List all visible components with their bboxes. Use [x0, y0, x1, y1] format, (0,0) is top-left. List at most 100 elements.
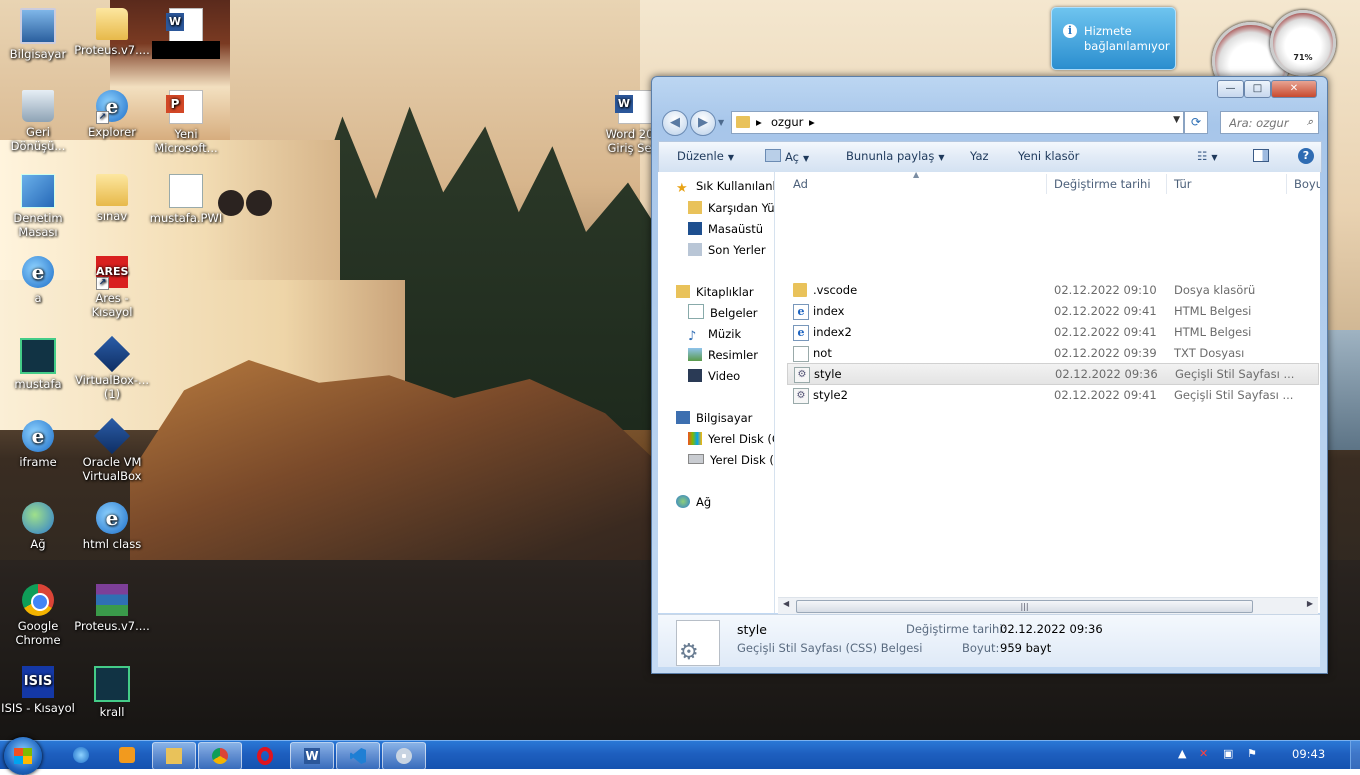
column-header-type[interactable]: Tür: [1174, 177, 1191, 191]
table-row-selected[interactable]: ⚙ style 02.12.2022 09:36 Geçişli Stil Sa…: [787, 363, 1319, 385]
column-header-date[interactable]: Değiştirme tarihi: [1054, 177, 1151, 191]
desktop-icon-html-class[interactable]: e html class: [74, 502, 150, 551]
taskbar-vscode[interactable]: [336, 742, 380, 770]
desktop-icon-computer[interactable]: Bilgisayar: [0, 8, 76, 61]
details-modified-label: Değiştirme tarihi:: [906, 622, 1007, 636]
nav-drive-c[interactable]: Yerel Disk (C:): [688, 429, 774, 449]
desktop-icon-recycle-bin[interactable]: Geri Dönüşü...: [0, 90, 76, 153]
start-button[interactable]: [4, 737, 42, 775]
show-hidden-icons[interactable]: ▲: [1178, 747, 1186, 760]
file-name: .vscode: [813, 283, 858, 297]
open-button[interactable]: Aç ▼: [765, 149, 809, 164]
column-divider[interactable]: [1166, 174, 1167, 194]
explorer-window[interactable]: — □ ✕ ◀ ▶ ▼ ▸ ozgur ▸ ▼ ⟳ ⌕ Düzenle▼ Aç▼…: [651, 76, 1328, 674]
desktop-icon-explorer[interactable]: e Explorer: [74, 90, 150, 139]
nav-pictures[interactable]: Resimler: [688, 345, 758, 365]
scrollbar-thumb[interactable]: |||: [796, 600, 1253, 613]
scroll-left-icon[interactable]: ◀: [783, 599, 789, 608]
desktop-icon-proteus-folder[interactable]: Proteus.v7....: [74, 8, 150, 57]
address-dropdown-icon[interactable]: ▼: [1173, 115, 1180, 125]
table-row[interactable]: ⚙ style2 02.12.2022 09:41 Geçişli Stil S…: [787, 385, 1317, 405]
desktop-icon-network[interactable]: Ağ: [0, 502, 76, 551]
nav-libraries[interactable]: Kitaplıklar: [676, 282, 754, 302]
action-center-flag-icon[interactable]: ⚑: [1247, 747, 1257, 760]
nav-favorites[interactable]: ★ Sık Kullanılanlar: [676, 176, 774, 196]
desktop-icon-iframe[interactable]: e iframe: [0, 420, 76, 469]
desktop-icon-mustafa[interactable]: mustafa: [0, 338, 76, 391]
view-options-button[interactable]: ☷ ▼: [1197, 149, 1217, 163]
taskbar-media-player[interactable]: [106, 742, 148, 768]
table-row[interactable]: e index2 02.12.2022 09:41 HTML Belgesi: [787, 322, 1317, 342]
details-file-name: style: [737, 622, 767, 637]
column-header-size[interactable]: Boyut: [1294, 177, 1320, 191]
scroll-right-icon[interactable]: ▶: [1307, 599, 1313, 608]
preview-pane-button[interactable]: [1253, 149, 1269, 165]
help-icon[interactable]: ?: [1298, 148, 1314, 164]
print-button[interactable]: Yaz: [970, 149, 989, 163]
nav-drive-d[interactable]: Yerel Disk (D:): [688, 450, 774, 470]
search-input[interactable]: [1227, 115, 1301, 131]
desktop-icon-chrome[interactable]: Google Chrome: [0, 584, 76, 647]
nav-desktop[interactable]: Masaüstü: [688, 219, 763, 239]
taskbar-internet-explorer[interactable]: [60, 742, 102, 768]
column-divider[interactable]: [1286, 174, 1287, 194]
table-row[interactable]: not 02.12.2022 09:39 TXT Dosyası: [787, 343, 1317, 363]
nav-documents[interactable]: Belgeler: [688, 303, 758, 323]
close-button[interactable]: ✕: [1271, 80, 1317, 98]
desktop-icon-mustafa-pwi[interactable]: mustafa.PWI: [148, 174, 224, 225]
table-row[interactable]: e index 02.12.2022 09:41 HTML Belgesi: [787, 301, 1317, 321]
desktop-icon-virtualbox[interactable]: Oracle VM VirtualBox: [74, 417, 150, 483]
messenger-gadget[interactable]: i Hizmete bağlanılamıyor: [1051, 7, 1176, 70]
desktop-icon-new-powerpoint[interactable]: Yeni Microsoft...: [148, 90, 224, 155]
nav-videos[interactable]: Video: [688, 366, 740, 386]
breadcrumb-ozgur[interactable]: ozgur: [771, 115, 803, 129]
desktop-icon-word-doc[interactable]: [148, 8, 224, 45]
forward-button[interactable]: ▶: [690, 110, 716, 136]
gadget-message-line: bağlanılamıyor: [1084, 39, 1170, 53]
nav-network[interactable]: Ağ: [676, 492, 711, 512]
column-divider[interactable]: [1046, 174, 1047, 194]
desktop-icon-krall[interactable]: krall: [74, 666, 150, 719]
network-icon[interactable]: ▣: [1223, 747, 1233, 760]
volume-muted-icon[interactable]: ✕: [1199, 747, 1208, 760]
nav-music[interactable]: ♪ Müzik: [688, 324, 741, 344]
desktop-icon-proteus-rar[interactable]: Proteus.v7....: [74, 584, 150, 633]
nav-recent-places[interactable]: Son Yerler: [688, 240, 766, 260]
address-bar[interactable]: ▸ ozgur ▸ ▼: [731, 111, 1184, 134]
table-row[interactable]: .vscode 02.12.2022 09:10 Dosya klasörü: [787, 280, 1317, 300]
minimize-button[interactable]: —: [1217, 80, 1244, 98]
recent-pages-chevron-icon[interactable]: ▼: [718, 118, 724, 127]
column-header-name[interactable]: Ad: [793, 177, 808, 191]
horizontal-scrollbar[interactable]: ◀ ||| ▶: [778, 597, 1318, 614]
taskbar-opera[interactable]: [244, 742, 286, 768]
new-folder-button[interactable]: Yeni klasör: [1018, 149, 1079, 163]
desktop-icon-control-panel[interactable]: Denetim Masası: [0, 174, 76, 239]
file-date: 02.12.2022 09:39: [1054, 346, 1157, 360]
folder-icon: [736, 116, 750, 128]
nav-computer[interactable]: Bilgisayar: [676, 408, 752, 428]
refresh-button[interactable]: ⟳: [1184, 111, 1208, 134]
back-button[interactable]: ◀: [662, 110, 688, 136]
desktop-icon-sinav[interactable]: sınav: [74, 174, 150, 223]
desktop-icon-a[interactable]: e a: [0, 256, 76, 305]
show-desktop-button[interactable]: [1350, 741, 1360, 769]
share-button[interactable]: Bununla paylaş ▼: [846, 149, 944, 163]
desktop-icon-virtualbox-installer[interactable]: VirtualBox-... (1): [74, 335, 150, 401]
maximize-button[interactable]: □: [1244, 80, 1271, 98]
preview-pane-icon: [1253, 149, 1269, 162]
nav-label: Ağ: [696, 495, 712, 509]
taskbar-paint[interactable]: [382, 742, 426, 770]
css-file-icon: ⚙: [793, 388, 809, 404]
breadcrumb-separator-icon[interactable]: ▸: [756, 115, 762, 129]
nav-downloads[interactable]: Karşıdan Yükle: [688, 198, 774, 218]
desktop-icon-isis[interactable]: ISIS ISIS - Kısayol: [0, 666, 76, 715]
organize-button[interactable]: Düzenle ▼: [677, 149, 734, 163]
taskbar-google-chrome[interactable]: [198, 742, 242, 770]
taskbar-windows-explorer[interactable]: [152, 742, 196, 770]
file-type: Geçişli Stil Sayfası ...: [1175, 367, 1295, 381]
taskbar-word[interactable]: W: [290, 742, 334, 770]
taskbar-clock[interactable]: 09:43: [1292, 747, 1325, 761]
desktop-icon-ares[interactable]: ARES Ares - Kısayol: [74, 256, 150, 319]
breadcrumb-separator-icon[interactable]: ▸: [809, 115, 815, 129]
search-box[interactable]: ⌕: [1220, 111, 1319, 134]
